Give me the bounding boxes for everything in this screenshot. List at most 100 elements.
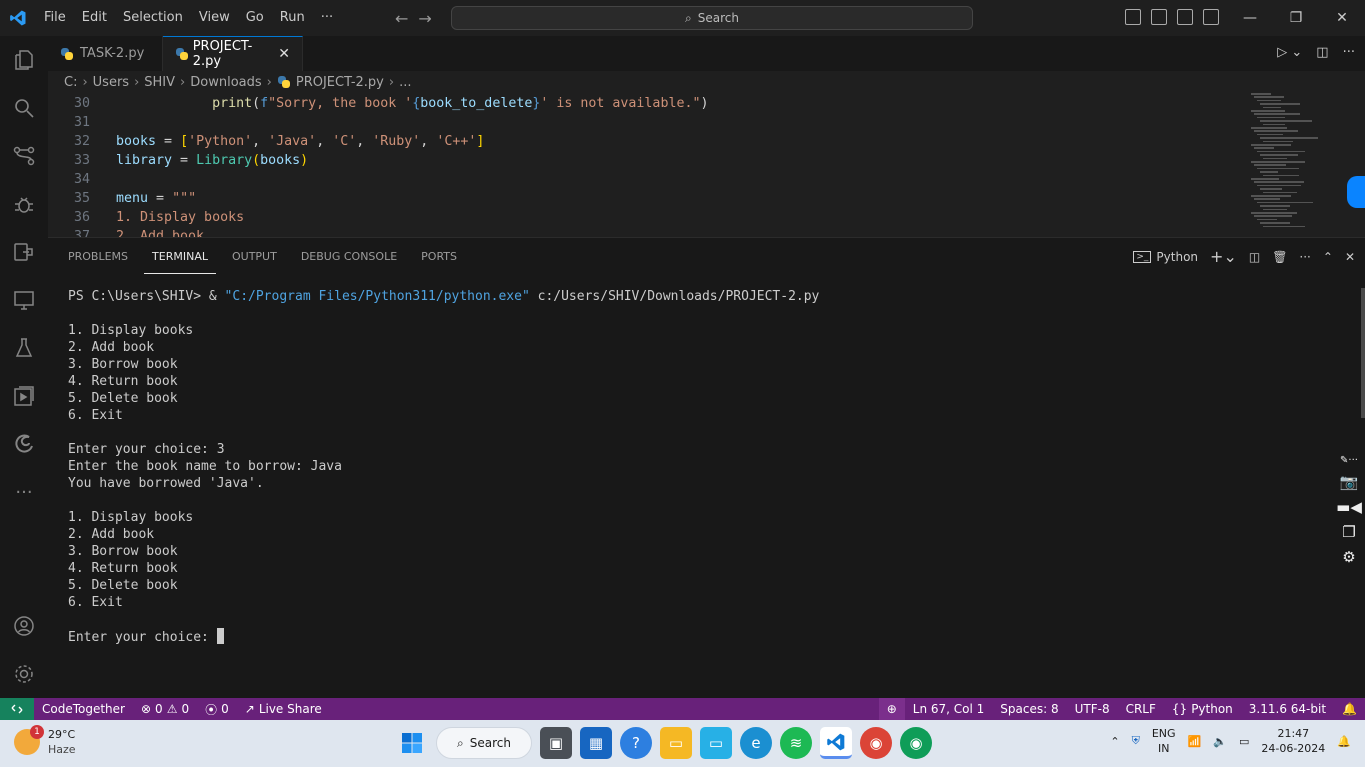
- problems-status[interactable]: ⊗ 0 ⚠ 0: [133, 702, 197, 716]
- tab-debug-console[interactable]: DEBUG CONSOLE: [293, 238, 405, 274]
- command-search[interactable]: ⌕ Search: [451, 6, 973, 30]
- minimap[interactable]: [1251, 93, 1351, 233]
- taskbar-search[interactable]: ⌕ Search: [436, 727, 532, 759]
- menu-file[interactable]: File: [36, 0, 74, 36]
- maximize-panel-icon[interactable]: ⌃: [1323, 250, 1333, 264]
- accounts-icon[interactable]: [0, 602, 48, 650]
- menu-view[interactable]: View: [191, 0, 238, 36]
- live-preview-icon[interactable]: [0, 372, 48, 420]
- video-icon[interactable]: ▬◀: [1336, 498, 1362, 516]
- chevron-up-icon[interactable]: ⌃: [1110, 735, 1119, 748]
- security-shield-icon[interactable]: ⛨: [1132, 734, 1140, 748]
- menu-go[interactable]: Go: [238, 0, 272, 36]
- volume-icon[interactable]: 🔈: [1213, 735, 1227, 748]
- explorer-icon[interactable]: [0, 36, 48, 84]
- python-interpreter[interactable]: 3.11.6 64-bit: [1241, 702, 1334, 716]
- more-views-icon[interactable]: ···: [0, 468, 48, 516]
- menu-run[interactable]: Run: [272, 0, 313, 36]
- breadcrumb-downloads[interactable]: Downloads: [190, 75, 261, 90]
- menu-more[interactable]: ···: [313, 0, 341, 36]
- search-sidebar-icon[interactable]: [0, 84, 48, 132]
- tab-terminal[interactable]: TERMINAL: [144, 238, 216, 274]
- battery-icon[interactable]: ▭: [1239, 735, 1249, 748]
- more-actions-icon[interactable]: ···: [1299, 250, 1310, 264]
- clock-date: 24-06-2024: [1261, 742, 1326, 755]
- file-explorer-icon[interactable]: ▭: [660, 727, 692, 759]
- windows-start-icon[interactable]: [396, 727, 428, 759]
- cursor-position[interactable]: Ln 67, Col 1: [905, 702, 993, 716]
- tab-project-2[interactable]: PROJECT-2.py ✕: [163, 36, 303, 71]
- wifi-icon[interactable]: 📶: [1188, 735, 1202, 748]
- clock[interactable]: 21:47 24-06-2024: [1261, 726, 1325, 756]
- edge-floating-tab[interactable]: [1347, 176, 1365, 208]
- toggle-secondary-sidebar-icon[interactable]: [1177, 9, 1193, 25]
- code-token: [: [180, 134, 189, 149]
- close-window-icon[interactable]: ✕: [1319, 0, 1365, 36]
- chrome-icon[interactable]: ◉: [860, 727, 892, 759]
- window-capture-icon[interactable]: ❐: [1342, 523, 1355, 541]
- restore-icon[interactable]: ❐: [1273, 0, 1319, 36]
- forward-arrow-icon[interactable]: →: [418, 9, 431, 28]
- back-arrow-icon[interactable]: ←: [395, 9, 408, 28]
- split-terminal-icon[interactable]: ◫: [1249, 250, 1260, 264]
- notification-center-icon[interactable]: 🔔: [1337, 735, 1351, 748]
- zoom-icon[interactable]: ⊕: [878, 698, 905, 720]
- pen-more-icon[interactable]: ✎···: [1340, 455, 1358, 466]
- chrome-profile-icon[interactable]: ◉: [900, 727, 932, 759]
- tab-problems[interactable]: PROBLEMS: [60, 238, 136, 274]
- close-tab-icon[interactable]: ✕: [278, 46, 290, 62]
- breadcrumb-file[interactable]: PROJECT-2.py: [296, 75, 384, 90]
- testing-flask-icon[interactable]: [0, 324, 48, 372]
- input-language[interactable]: ENG IN: [1152, 726, 1176, 756]
- tab-output[interactable]: OUTPUT: [224, 238, 285, 274]
- tab-ports[interactable]: PORTS: [413, 238, 465, 274]
- vscode-taskbar-icon[interactable]: [820, 727, 852, 759]
- source-control-icon[interactable]: [0, 132, 48, 180]
- live-share-status[interactable]: ↗ Live Share: [237, 702, 330, 716]
- trash-icon[interactable]: 🗑: [1272, 250, 1287, 264]
- task-view-icon[interactable]: ▣: [540, 727, 572, 759]
- end-of-line[interactable]: CRLF: [1118, 702, 1164, 716]
- breadcrumb-shiv[interactable]: SHIV: [144, 75, 175, 90]
- run-file-icon[interactable]: ▷ ⌄: [1277, 45, 1302, 60]
- more-actions-icon[interactable]: ···: [1343, 45, 1355, 60]
- indentation[interactable]: Spaces: 8: [992, 702, 1066, 716]
- folder-icon[interactable]: ▭: [700, 727, 732, 759]
- breadcrumb-users[interactable]: Users: [93, 75, 129, 90]
- terminal-output[interactable]: PS C:\Users\SHIV> & "C:/Program Files/Py…: [68, 288, 819, 646]
- notifications-bell-icon[interactable]: 🔔: [1334, 702, 1365, 716]
- tab-task-2[interactable]: TASK-2.py: [48, 36, 163, 71]
- code-editor[interactable]: 30 print(f"Sorry, the book '{book_to_del…: [48, 93, 1365, 237]
- codetogether-status[interactable]: CodeTogether: [34, 702, 133, 716]
- help-icon[interactable]: ?: [620, 727, 652, 759]
- spotify-icon[interactable]: ≋: [780, 727, 812, 759]
- toggle-panel-icon[interactable]: [1151, 9, 1167, 25]
- monitor-icon[interactable]: [0, 276, 48, 324]
- edge-browser-icon[interactable]: e: [740, 727, 772, 759]
- terminal-scrollbar[interactable]: [1361, 288, 1365, 418]
- breadcrumb-symbol[interactable]: ...: [399, 75, 411, 90]
- remote-explorer-icon[interactable]: [0, 228, 48, 276]
- edge-devtools-icon[interactable]: [0, 420, 48, 468]
- settings-gear-icon[interactable]: ⚙: [1342, 548, 1355, 566]
- close-panel-icon[interactable]: ✕: [1345, 250, 1355, 264]
- breadcrumb-drive[interactable]: C:: [64, 75, 77, 90]
- camera-icon[interactable]: 📷: [1340, 473, 1359, 491]
- language-mode[interactable]: {} Python: [1164, 702, 1241, 716]
- encoding[interactable]: UTF-8: [1067, 702, 1118, 716]
- minimize-icon[interactable]: —: [1227, 0, 1273, 36]
- toggle-primary-sidebar-icon[interactable]: [1125, 9, 1141, 25]
- menu-selection[interactable]: Selection: [115, 0, 191, 36]
- store-icon[interactable]: ▦: [580, 727, 612, 759]
- manage-gear-icon[interactable]: [0, 650, 48, 698]
- ports-status[interactable]: ⦿ 0: [197, 701, 237, 718]
- new-terminal-icon[interactable]: +⌄: [1210, 247, 1237, 266]
- customize-layout-icon[interactable]: [1203, 9, 1219, 25]
- split-editor-icon[interactable]: ◫: [1316, 45, 1328, 60]
- terminal-profile[interactable]: >_ Python: [1133, 250, 1198, 264]
- menu-edit[interactable]: Edit: [74, 0, 115, 36]
- weather-widget[interactable]: 1 29°C Haze: [14, 725, 76, 757]
- remote-indicator-icon[interactable]: [0, 698, 34, 720]
- run-debug-icon[interactable]: [0, 180, 48, 228]
- code-token: books: [260, 153, 301, 168]
